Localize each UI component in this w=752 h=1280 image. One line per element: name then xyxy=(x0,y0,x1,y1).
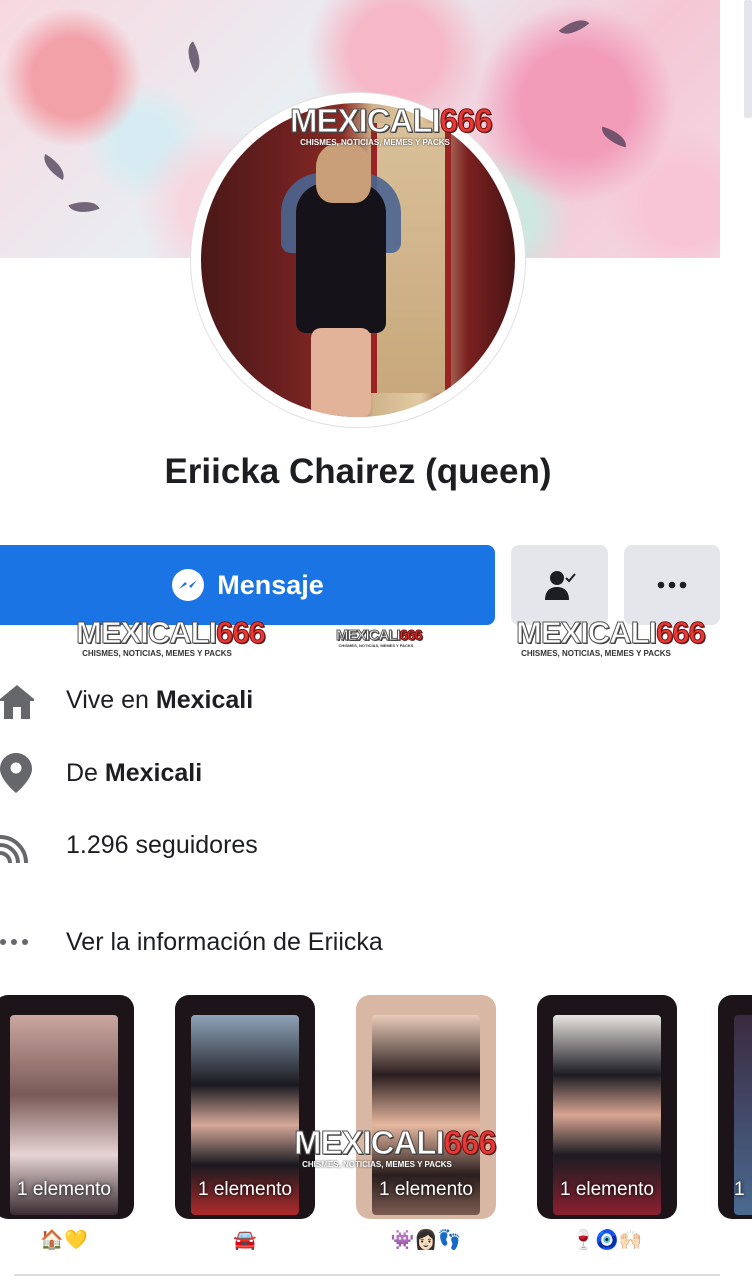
highlight-card[interactable]: 1 elemento xyxy=(175,995,315,1219)
highlight-label: 1 elemento xyxy=(559,1179,654,1200)
avatar-person xyxy=(296,183,386,333)
highlight-caption: 🚘 xyxy=(233,1230,257,1251)
watermark-logo: MEXICALI666 CHISMES, NOTICIAS, MEMES Y P… xyxy=(294,1124,498,1169)
watermark-logo: MEXICALI666 CHISMES, NOTICIAS, MEMES Y P… xyxy=(75,615,266,658)
highlight-caption: 🍷🧿🙌🏻 xyxy=(571,1230,643,1251)
followers-count: 1.296 seguidores xyxy=(66,830,258,859)
avatar-person xyxy=(311,328,371,417)
highlight-card[interactable]: 1 xyxy=(718,995,752,1219)
profile-picture[interactable] xyxy=(201,103,515,417)
watermark-logo: MEXICALI666 CHISMES, NOTICIAS, MEMES Y P… xyxy=(290,102,494,147)
highlight-card[interactable]: 1 elemento xyxy=(537,995,677,1219)
highlight-label: 1 elemento xyxy=(197,1179,292,1200)
see-info-text: Ver la información de Eriicka xyxy=(66,927,383,956)
highlight-label: 1 elemento xyxy=(378,1179,473,1200)
highlight-label: 1 xyxy=(734,1179,745,1200)
info-from: De Mexicali xyxy=(0,748,202,798)
cover-leaf-decoration xyxy=(68,195,100,219)
profile-name: Eriicka Chairez (queen) xyxy=(164,452,552,491)
watermark-logo: MEXICALI666 CHISMES, NOTICIAS, MEMES Y P… xyxy=(515,615,706,658)
divider xyxy=(14,1274,720,1276)
ellipsis-icon xyxy=(657,581,687,589)
highlight-card[interactable]: 1 elemento xyxy=(0,995,134,1219)
highlight-caption: 👾👩🏻👣 xyxy=(390,1230,462,1251)
friend-status-button[interactable] xyxy=(511,545,608,625)
home-icon xyxy=(0,680,34,720)
watermark-logo: MEXICALI666 CHISMES, NOTICIAS, MEMES Y P… xyxy=(336,627,424,648)
person-check-icon xyxy=(544,571,576,600)
more-options-button[interactable] xyxy=(624,545,720,625)
highlight-caption: 🏠💛 xyxy=(40,1230,88,1251)
highlight-card[interactable]: 1 elemento xyxy=(356,995,496,1219)
highlight-label: 1 elemento xyxy=(16,1179,111,1200)
cover-leaf-decoration xyxy=(180,41,208,73)
message-button[interactable]: Mensaje xyxy=(0,545,495,625)
rss-followers-icon xyxy=(0,825,34,865)
message-button-label: Mensaje xyxy=(217,569,324,600)
messenger-icon xyxy=(172,569,205,601)
cover-leaf-decoration xyxy=(598,126,630,148)
location-pin-icon xyxy=(0,753,34,793)
scrollbar[interactable] xyxy=(744,0,752,118)
info-followers[interactable]: 1.296 seguidores xyxy=(0,820,258,870)
cover-leaf-decoration xyxy=(558,12,590,42)
avatar-person xyxy=(316,143,371,203)
info-lives-text: Vive en Mexicali xyxy=(66,685,254,714)
info-from-text: De Mexicali xyxy=(66,758,203,787)
see-info-link[interactable]: Ver la información de Eriicka xyxy=(0,917,383,967)
ellipsis-icon xyxy=(0,922,34,962)
info-lives-in: Vive en Mexicali xyxy=(0,675,253,725)
cover-leaf-decoration xyxy=(38,153,70,181)
